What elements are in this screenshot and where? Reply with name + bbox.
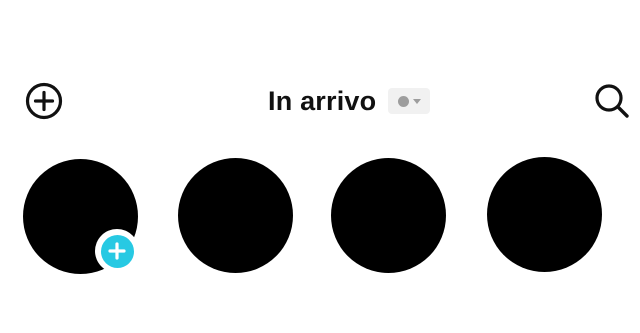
story-avatar[interactable] bbox=[487, 157, 602, 272]
chevron-down-icon bbox=[412, 99, 421, 104]
plus-icon bbox=[108, 242, 126, 260]
search-icon bbox=[595, 84, 629, 118]
plus-circle-icon bbox=[25, 82, 63, 120]
search-button[interactable] bbox=[591, 80, 633, 122]
add-story-badge bbox=[100, 234, 134, 268]
story-avatar[interactable] bbox=[178, 158, 293, 273]
story-avatar[interactable] bbox=[331, 158, 446, 273]
title-group: In arrivo bbox=[268, 84, 431, 118]
status-dot-icon bbox=[397, 95, 409, 107]
page-title: In arrivo bbox=[268, 86, 377, 116]
status-selector[interactable] bbox=[388, 88, 431, 114]
add-story-button[interactable] bbox=[95, 229, 139, 273]
stories-row bbox=[0, 155, 640, 285]
app-header: In arrivo bbox=[0, 70, 640, 130]
new-message-button[interactable] bbox=[23, 80, 65, 122]
